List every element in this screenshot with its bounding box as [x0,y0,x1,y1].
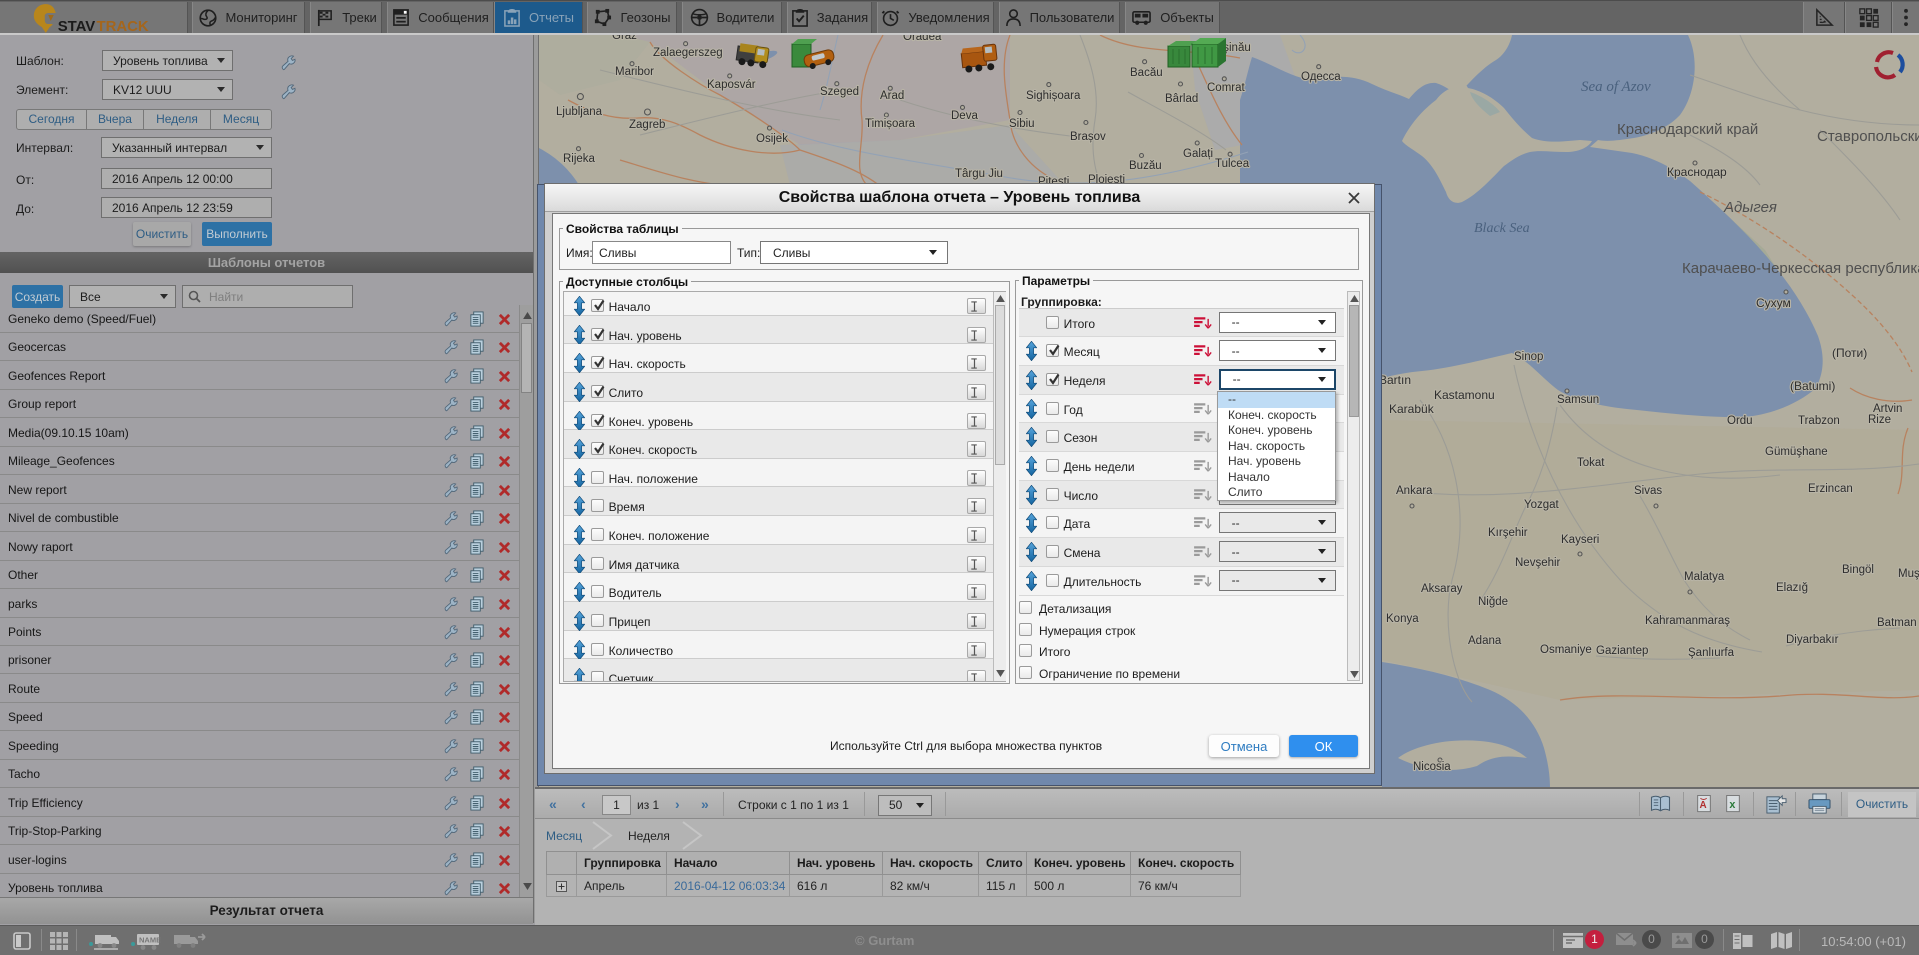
svg-text:Comrat: Comrat [1207,82,1246,94]
svg-text:Szeged: Szeged [820,86,859,98]
svg-text:Timișoara: Timișoara [865,118,916,130]
svg-text:Zalaegerszeg: Zalaegerszeg [653,47,723,59]
svg-text:Sea of Azov: Sea of Azov [1581,79,1651,95]
svg-text:Ljubljana: Ljubljana [556,106,603,118]
svg-text:Aksaray: Aksaray [1421,583,1463,595]
svg-text:(Batumi): (Batumi) [1790,379,1835,393]
svg-text:Brașov: Brașov [1070,131,1106,143]
svg-text:Ставропольский край: Ставропольский край [1817,128,1919,145]
svg-text:Bartın: Bartın [1379,373,1411,387]
svg-text:Muş: Muş [1898,568,1919,580]
svg-text:Одесса: Одесса [1301,71,1341,83]
svg-text:Краснодар: Краснодар [1667,165,1727,179]
svg-text:Diyarbakır: Diyarbakır [1786,634,1839,646]
svg-text:Elazığ: Elazığ [1776,582,1808,594]
svg-text:Ankara: Ankara [1396,485,1433,497]
svg-text:x: x [1729,799,1735,811]
svg-text:Nevşehir: Nevşehir [1515,557,1561,569]
svg-text:Gümüşhane: Gümüşhane [1765,446,1828,458]
svg-text:Trabzon: Trabzon [1798,415,1840,427]
svg-text:Karabük: Karabük [1389,402,1435,416]
svg-text:Bingöl: Bingöl [1842,564,1874,576]
svg-text:Gaziantep: Gaziantep [1596,645,1648,657]
svg-text:Rize: Rize [1868,414,1891,426]
svg-text:STAV: STAV [58,18,96,33]
svg-text:Sibiu: Sibiu [1009,118,1035,130]
svg-text:Адыгея: Адыгея [1723,199,1777,216]
svg-text:Malatya: Malatya [1684,571,1725,583]
svg-text:Galați: Galați [1183,148,1213,160]
svg-text:Oradea: Oradea [903,35,942,43]
svg-text:Bacău: Bacău [1130,67,1163,79]
svg-text:Zagreb: Zagreb [629,119,665,131]
svg-text:Buzău: Buzău [1129,160,1162,172]
svg-text:Ordu: Ordu [1727,415,1753,427]
svg-text:Kayseri: Kayseri [1561,534,1599,546]
svg-text:Kahramanmaraş: Kahramanmaraş [1645,615,1730,627]
svg-text:Artvin: Artvin [1873,403,1902,415]
svg-text:Kırşehir: Kırşehir [1488,527,1528,539]
svg-text:Samsun: Samsun [1557,394,1599,406]
svg-text:Deva: Deva [951,110,978,122]
svg-text:Şanlıurfa: Şanlıurfa [1688,647,1735,659]
svg-text:Black Sea: Black Sea [1474,221,1530,236]
svg-text:Yozgat: Yozgat [1524,499,1560,511]
svg-text:Erzincan: Erzincan [1808,483,1853,495]
svg-text:Tulcea: Tulcea [1215,158,1250,170]
svg-text:TRACK: TRACK [96,18,148,33]
svg-text:Adana: Adana [1468,635,1502,647]
svg-text:Rijeka: Rijeka [563,153,596,165]
svg-text:Maribor: Maribor [615,66,654,78]
svg-text:Osmaniye: Osmaniye [1540,644,1592,656]
svg-text:Kaposvár: Kaposvár [707,79,756,91]
svg-text:Bârlad: Bârlad [1165,93,1198,105]
svg-text:Tokat: Tokat [1577,457,1605,469]
svg-text:Sivas: Sivas [1634,485,1662,497]
svg-text:Batman: Batman [1877,617,1917,629]
svg-text:Niğde: Niğde [1478,596,1508,608]
svg-text:Sighișoara: Sighișoara [1026,90,1081,102]
svg-text:Arad: Arad [880,90,904,102]
svg-text:Osijek: Osijek [756,133,788,145]
svg-text:Konya: Konya [1386,613,1419,625]
svg-text:NAME: NAME [139,936,161,945]
svg-text:Краснодарский край: Краснодарский край [1617,121,1758,138]
svg-text:A: A [1700,800,1707,811]
svg-text:Nicosia: Nicosia [1413,761,1451,773]
svg-text:Târgu Jiu: Târgu Jiu [955,168,1003,180]
svg-text:Сухум: Сухум [1756,296,1791,310]
svg-text:Graz: Graz [612,35,637,42]
svg-text:Kastamonu: Kastamonu [1434,388,1495,402]
svg-text:Карачаево-Черкесская республик: Карачаево-Черкесская республика [1682,260,1919,277]
svg-text:(Поти): (Поти) [1832,346,1867,360]
svg-text:Sinop: Sinop [1514,351,1543,363]
